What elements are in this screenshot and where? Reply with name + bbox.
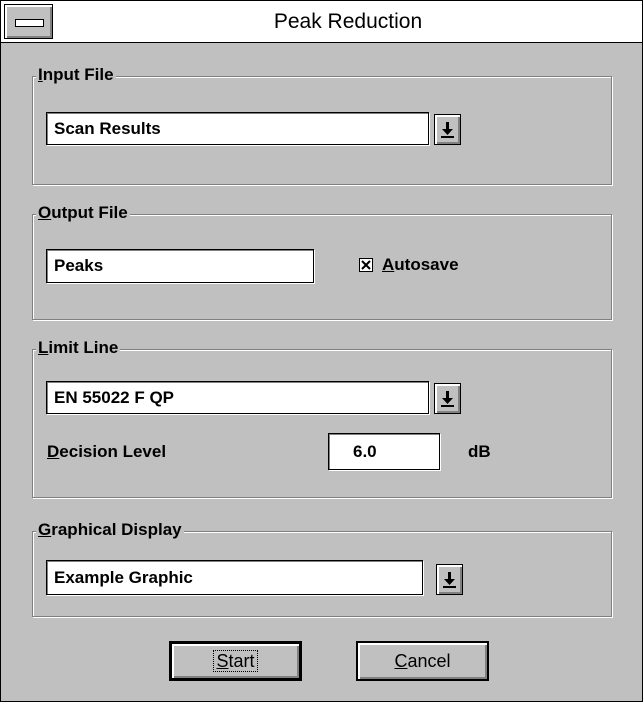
checkmark-x-icon — [361, 260, 371, 270]
input-file-group-label: Input File — [36, 65, 116, 85]
start-button[interactable]: Start — [169, 641, 302, 681]
limit-line-selected-value: EN 55022 F QP — [54, 387, 175, 407]
decision-level-unit: dB — [468, 442, 491, 461]
limit-line-dropdown-button[interactable] — [434, 383, 461, 414]
decision-level-label: Decision Level — [47, 442, 167, 461]
output-file-group-label: Output File — [36, 203, 130, 223]
system-menu-button[interactable] — [4, 4, 53, 39]
input-file-dropdown-button[interactable] — [434, 114, 461, 145]
input-file-selected-value: Scan Results — [54, 118, 161, 138]
graphical-display-selected-value: Example Graphic — [54, 567, 193, 587]
dropdown-arrow-icon — [441, 122, 454, 138]
limit-line-group: Limit Line — [32, 338, 612, 498]
input-file-select[interactable]: Scan Results — [46, 112, 429, 145]
dropdown-arrow-icon — [441, 391, 454, 407]
start-button-label: Start — [213, 650, 258, 672]
autosave-label[interactable]: Autosave — [382, 255, 459, 275]
graphical-display-select[interactable]: Example Graphic — [46, 560, 423, 595]
output-file-input[interactable]: Peaks — [46, 249, 314, 283]
system-menu-icon — [15, 19, 44, 27]
graphical-display-dropdown-button[interactable] — [436, 564, 463, 595]
dropdown-arrow-icon — [443, 572, 456, 588]
autosave-checkbox[interactable] — [359, 258, 373, 272]
graphical-display-group-label: Graphical Display — [36, 520, 184, 540]
cancel-button[interactable]: Cancel — [356, 641, 489, 681]
peak-reduction-dialog: Peak Reduction Input File Scan Results O… — [0, 0, 643, 702]
limit-line-group-label: Limit Line — [36, 338, 121, 358]
decision-level-value: 6.0 — [353, 441, 377, 461]
window-title: Peak Reduction — [273, 10, 423, 33]
output-file-value: Peaks — [54, 256, 104, 275]
cancel-button-label: Cancel — [394, 650, 451, 671]
decision-level-input[interactable]: 6.0 — [328, 433, 440, 470]
title-bar: Peak Reduction — [1, 1, 642, 43]
limit-line-select[interactable]: EN 55022 F QP — [46, 381, 429, 414]
